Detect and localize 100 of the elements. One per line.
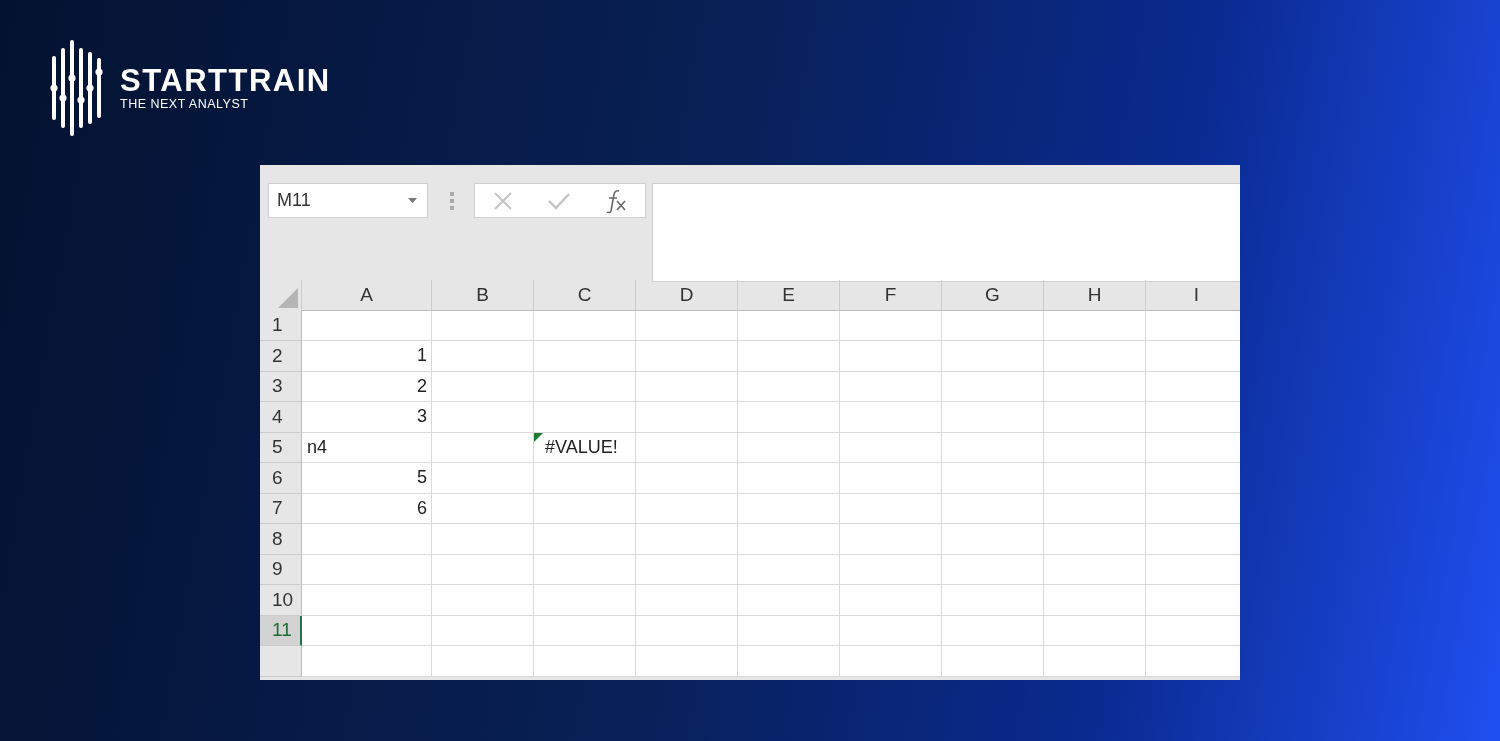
table-cell[interactable] — [1146, 524, 1240, 555]
table-cell[interactable] — [738, 524, 840, 555]
table-cell[interactable] — [1146, 585, 1240, 616]
table-cell[interactable] — [534, 524, 636, 555]
table-cell[interactable] — [1044, 463, 1146, 494]
table-cell[interactable]: 1 — [302, 341, 432, 372]
column-header[interactable]: F — [840, 280, 942, 311]
table-cell[interactable] — [840, 371, 942, 402]
table-cell[interactable] — [1044, 524, 1146, 555]
table-cell[interactable] — [738, 493, 840, 524]
table-cell[interactable] — [636, 615, 738, 646]
table-cell[interactable] — [1044, 310, 1146, 341]
table-cell[interactable] — [534, 493, 636, 524]
table-cell[interactable] — [432, 585, 534, 616]
column-header[interactable]: D — [636, 280, 738, 311]
table-cell[interactable] — [1146, 554, 1240, 585]
row-header[interactable] — [260, 646, 302, 677]
table-cell[interactable] — [942, 310, 1044, 341]
column-header[interactable]: G — [942, 280, 1044, 311]
table-cell[interactable] — [432, 432, 534, 463]
function-icon[interactable] — [605, 188, 628, 213]
table-cell[interactable] — [534, 371, 636, 402]
table-cell[interactable] — [534, 463, 636, 494]
table-cell[interactable] — [942, 432, 1044, 463]
column-header[interactable]: I — [1146, 280, 1240, 311]
table-cell[interactable] — [840, 646, 942, 677]
table-cell[interactable] — [1146, 341, 1240, 372]
table-cell[interactable] — [636, 432, 738, 463]
table-cell[interactable] — [942, 615, 1044, 646]
row-header[interactable]: 9 — [260, 554, 302, 585]
table-cell[interactable] — [1146, 646, 1240, 677]
table-cell[interactable]: 6 — [302, 493, 432, 524]
table-cell[interactable] — [432, 341, 534, 372]
table-cell[interactable] — [1044, 432, 1146, 463]
table-cell[interactable] — [1146, 371, 1240, 402]
table-cell[interactable] — [432, 310, 534, 341]
table-cell[interactable] — [1044, 493, 1146, 524]
table-cell[interactable] — [302, 554, 432, 585]
table-cell[interactable] — [636, 524, 738, 555]
table-cell[interactable] — [840, 463, 942, 494]
table-cell[interactable] — [840, 493, 942, 524]
table-cell[interactable] — [1044, 615, 1146, 646]
table-cell[interactable] — [636, 585, 738, 616]
table-cell[interactable] — [738, 371, 840, 402]
row-header[interactable]: 3 — [260, 371, 302, 402]
table-cell[interactable] — [302, 585, 432, 616]
table-cell[interactable] — [1044, 371, 1146, 402]
table-cell[interactable] — [1044, 402, 1146, 433]
table-cell[interactable] — [840, 432, 942, 463]
table-cell[interactable] — [840, 341, 942, 372]
table-cell[interactable] — [636, 463, 738, 494]
table-cell[interactable] — [1146, 402, 1240, 433]
table-cell[interactable] — [534, 341, 636, 372]
table-cell[interactable] — [302, 310, 432, 341]
table-cell[interactable] — [534, 402, 636, 433]
table-cell[interactable] — [1044, 646, 1146, 677]
table-cell[interactable] — [942, 646, 1044, 677]
table-cell[interactable] — [942, 524, 1044, 555]
table-cell[interactable] — [942, 463, 1044, 494]
row-header[interactable]: 11 — [260, 615, 302, 646]
table-cell[interactable]: n4 — [302, 432, 432, 463]
table-cell[interactable] — [738, 341, 840, 372]
table-cell[interactable] — [738, 432, 840, 463]
table-cell[interactable] — [942, 402, 1044, 433]
table-cell[interactable] — [302, 615, 432, 646]
column-header[interactable]: C — [534, 280, 636, 311]
table-cell[interactable] — [432, 463, 534, 494]
formula-bar[interactable] — [652, 183, 1240, 282]
table-cell[interactable] — [636, 493, 738, 524]
select-all-icon[interactable] — [278, 287, 298, 308]
table-cell[interactable] — [942, 585, 1044, 616]
table-cell[interactable] — [432, 493, 534, 524]
table-cell[interactable] — [738, 646, 840, 677]
table-cell[interactable] — [1044, 341, 1146, 372]
table-cell[interactable] — [942, 341, 1044, 372]
column-header[interactable]: A — [302, 280, 432, 311]
table-cell[interactable] — [1044, 554, 1146, 585]
name-box[interactable]: M11 — [268, 183, 428, 218]
column-header[interactable]: E — [738, 280, 840, 311]
table-cell[interactable] — [738, 554, 840, 585]
row-header[interactable]: 5 — [260, 432, 302, 463]
table-cell[interactable] — [432, 554, 534, 585]
table-cell[interactable] — [1146, 463, 1240, 494]
row-header[interactable]: 10 — [260, 585, 302, 616]
table-cell[interactable] — [636, 402, 738, 433]
table-cell[interactable] — [432, 615, 534, 646]
table-cell[interactable] — [534, 615, 636, 646]
row-header[interactable]: 2 — [260, 341, 302, 372]
table-cell[interactable] — [840, 310, 942, 341]
table-cell[interactable] — [738, 402, 840, 433]
table-cell[interactable] — [636, 554, 738, 585]
cancel-icon[interactable] — [492, 190, 513, 211]
table-cell[interactable] — [738, 615, 840, 646]
table-cell[interactable] — [534, 310, 636, 341]
table-cell[interactable] — [302, 524, 432, 555]
table-cell[interactable]: 3 — [302, 402, 432, 433]
table-cell[interactable] — [840, 615, 942, 646]
table-cell[interactable] — [432, 402, 534, 433]
table-cell[interactable] — [534, 646, 636, 677]
table-cell[interactable] — [942, 371, 1044, 402]
